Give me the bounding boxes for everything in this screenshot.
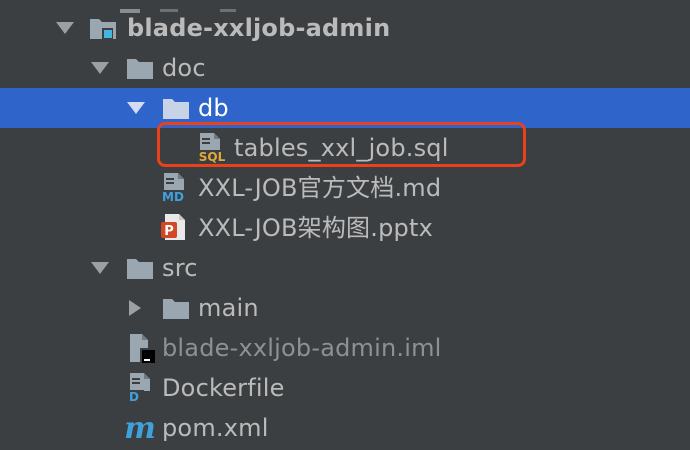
tree-item-label: src bbox=[162, 254, 198, 282]
tree-item-label: XXL-JOB官方文档.md bbox=[198, 174, 442, 202]
maven-icon: m bbox=[124, 412, 158, 444]
tree-row-src[interactable]: src bbox=[0, 248, 690, 288]
tree-item-label: Dockerfile bbox=[162, 374, 285, 402]
iml-file-icon bbox=[128, 334, 158, 364]
tree-row-main[interactable]: main bbox=[0, 288, 690, 328]
tree-row-xxl-job-arch-pptx[interactable]: P XXL-JOB架构图.pptx bbox=[0, 208, 690, 248]
svg-text:m: m bbox=[124, 412, 156, 444]
expand-arrow-icon[interactable] bbox=[91, 262, 109, 274]
tree-item-label: pom.xml bbox=[162, 414, 269, 442]
expand-arrow-icon[interactable] bbox=[91, 62, 109, 74]
svg-text:MD: MD bbox=[162, 190, 184, 203]
tree-item-label: blade-xxljob-admin bbox=[127, 14, 391, 42]
tree-item-label: XXL-JOB架构图.pptx bbox=[198, 214, 433, 242]
tree-row-pom-xml[interactable]: m pom.xml bbox=[0, 408, 690, 448]
tree-row-doc[interactable]: doc bbox=[0, 48, 690, 88]
previous-row-fragment bbox=[0, 0, 690, 13]
module-folder-icon bbox=[89, 15, 117, 41]
tree-row-iml-file[interactable]: blade-xxljob-admin.iml bbox=[0, 328, 690, 368]
tree-item-label: main bbox=[198, 294, 259, 322]
expand-arrow-icon[interactable] bbox=[127, 102, 145, 114]
tree-item-label: blade-xxljob-admin.iml bbox=[162, 334, 442, 362]
tree-row-xxl-job-doc-md[interactable]: MD XXL-JOB官方文档.md bbox=[0, 168, 690, 208]
svg-text:P: P bbox=[164, 224, 174, 239]
folder-icon bbox=[162, 95, 190, 121]
svg-text:D: D bbox=[129, 390, 139, 403]
markdown-file-icon: MD bbox=[160, 173, 192, 203]
tree-item-label: doc bbox=[162, 54, 206, 82]
folder-icon bbox=[162, 295, 190, 321]
tree-row-dockerfile[interactable]: D Dockerfile bbox=[0, 368, 690, 408]
project-tree: blade-xxljob-admin doc db SQL tables_xxl… bbox=[0, 0, 690, 450]
tree-row-blade-xxljob-admin[interactable]: blade-xxljob-admin bbox=[0, 8, 690, 48]
annotation-highlight-box bbox=[157, 122, 526, 167]
expand-arrow-icon[interactable] bbox=[56, 22, 74, 34]
collapse-arrow-icon[interactable] bbox=[129, 300, 141, 316]
powerpoint-file-icon: P bbox=[161, 214, 189, 242]
folder-icon bbox=[126, 55, 154, 81]
folder-icon bbox=[126, 255, 154, 281]
docker-file-icon: D bbox=[126, 373, 156, 403]
